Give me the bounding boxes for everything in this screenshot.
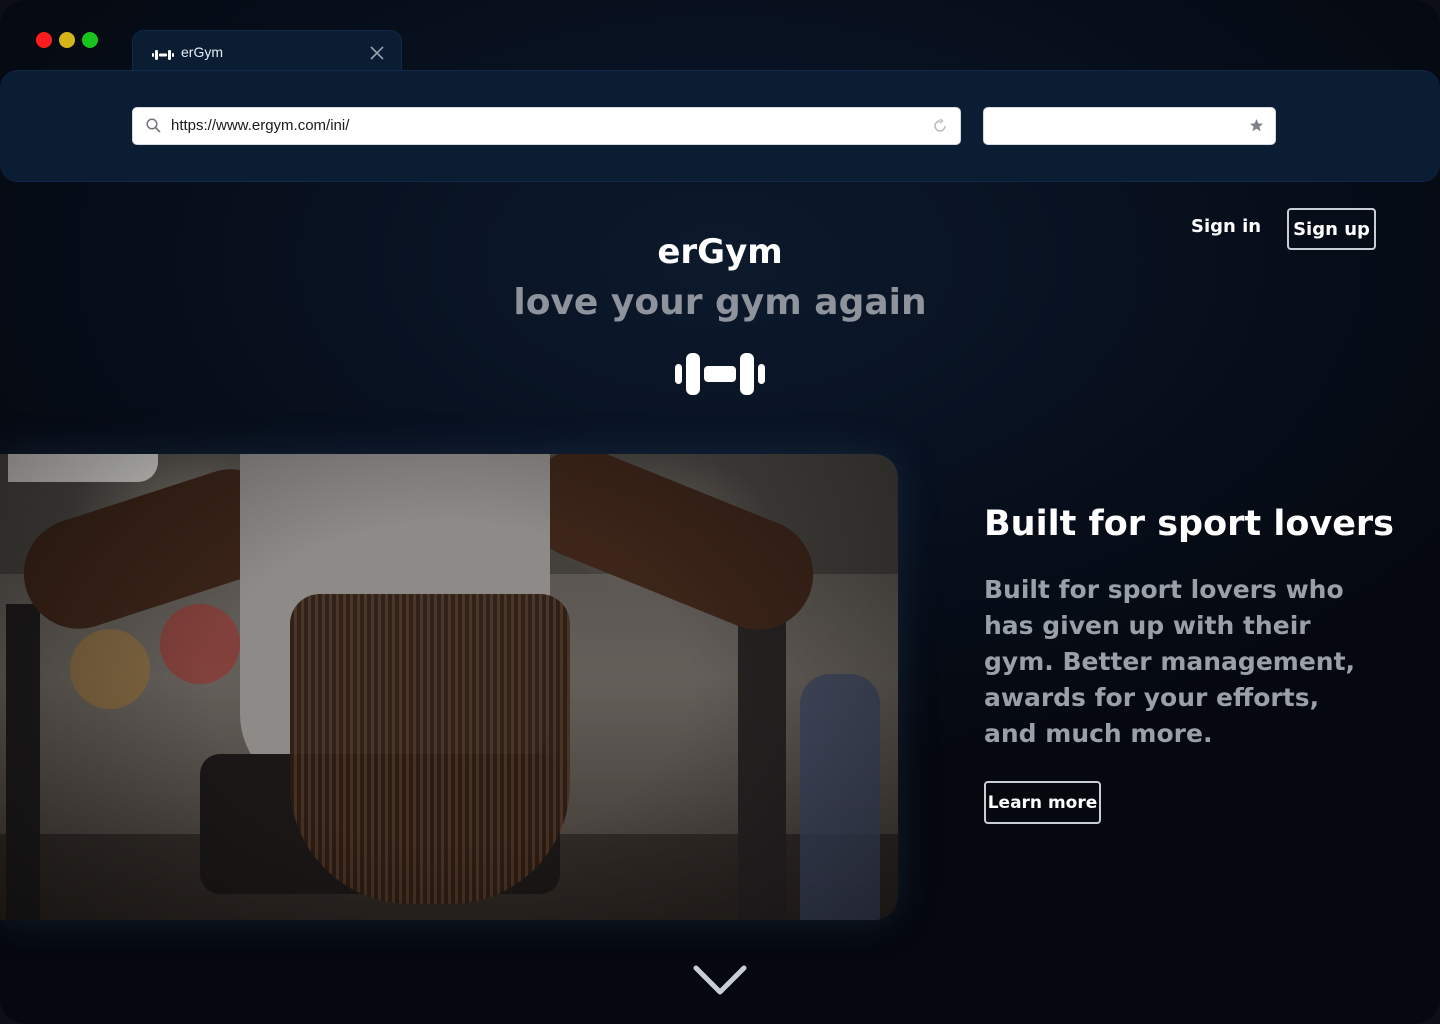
close-window-button[interactable]: [36, 32, 52, 48]
dumbbell-icon: [675, 350, 765, 402]
close-icon[interactable]: [369, 45, 385, 65]
learn-more-button[interactable]: Learn more: [984, 781, 1101, 824]
brand-title: erGym: [657, 232, 783, 272]
window-controls: [36, 32, 98, 48]
bookmark-field[interactable]: [984, 108, 1275, 144]
tab-title: erGym: [181, 44, 223, 60]
feature-description: Built for sport lovers who has given up …: [984, 575, 1356, 748]
reload-icon[interactable]: [932, 118, 948, 138]
brand-tagline: love your gym again: [513, 282, 927, 323]
browser-window: erGym https://www.ergym.com/ini/ Sign in…: [0, 0, 1440, 1024]
search-icon: [146, 118, 161, 137]
minimize-window-button[interactable]: [59, 32, 75, 48]
url-input[interactable]: [171, 117, 871, 134]
dumbbell-icon: [152, 46, 174, 65]
browser-toolbar: [0, 70, 1440, 182]
chevron-down-icon[interactable]: [693, 964, 747, 1002]
photo-vignette: [0, 454, 898, 920]
hero-photo: [0, 454, 898, 920]
address-bar[interactable]: [133, 108, 960, 144]
star-icon[interactable]: [1249, 118, 1264, 137]
feature-title: Built for sport lovers: [984, 504, 1395, 544]
maximize-window-button[interactable]: [82, 32, 98, 48]
